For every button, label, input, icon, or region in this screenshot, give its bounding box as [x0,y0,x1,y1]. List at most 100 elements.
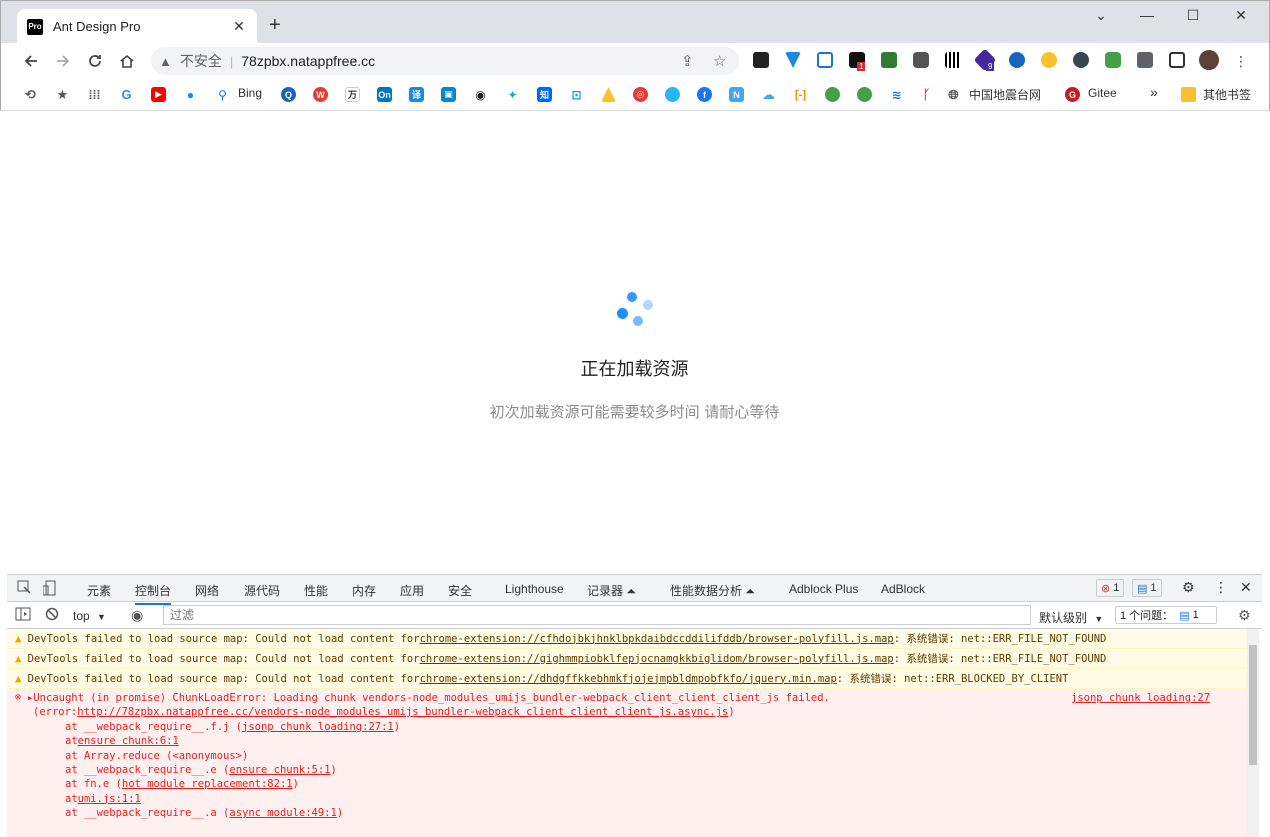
back-arrow-icon[interactable] [21,51,41,71]
live-expression-eye-icon[interactable]: ◉ [131,607,143,624]
extension-c-icon[interactable] [1073,52,1089,68]
star-icon[interactable]: ★ [55,87,70,102]
forward-arrow-icon[interactable] [53,51,73,71]
tab-lighthouse[interactable]: Lighthouse [505,582,564,596]
console-filter-input[interactable] [163,605,1031,625]
weibo-icon[interactable]: W [313,87,328,102]
cloud-icon[interactable]: ☁ [761,87,776,102]
extension-link-icon[interactable] [817,52,833,68]
tab-sources[interactable]: 源代码 [244,582,280,599]
device-toolbar-icon[interactable] [42,580,57,599]
wan-icon[interactable]: 万 [345,87,360,102]
stack-frame-link[interactable]: hot module replacement:82:1 [122,778,293,792]
error-source-link[interactable]: jsonp chunk loading:27 [1071,692,1210,704]
gitee-icon[interactable]: G [1065,87,1080,102]
settings-gear-icon[interactable]: ⚙ [1182,579,1195,596]
bookmark-star-icon[interactable]: ☆ [713,52,726,70]
tab-memory[interactable]: 内存 [352,582,376,599]
scrollbar-thumb[interactable] [1249,645,1257,765]
stack-frame-link[interactable]: umi.js:1:1 [78,793,141,807]
source-map-link[interactable]: chrome-extension://gighmmpiobklfepjocnam… [420,653,894,665]
tab-performance-insights[interactable]: 性能数据分析 ⏶ [670,582,755,599]
inspect-element-icon[interactable] [17,580,31,597]
wechat-icon[interactable] [825,87,840,102]
sidebar-toggle-icon[interactable] [15,607,31,624]
extension-arrow-icon[interactable] [753,52,769,68]
extensions-puzzle-icon[interactable] [1137,52,1153,68]
profile-avatar[interactable] [1199,50,1219,70]
issues-button[interactable]: 1 个问题： ▤ 1 [1115,606,1217,624]
error-count-badge[interactable]: ⊗ 1 [1096,579,1125,597]
console-settings-gear-icon[interactable]: ⚙ [1238,607,1251,624]
triangle-icon[interactable] [601,87,616,102]
branch-icon[interactable]: ᚴ [919,87,934,102]
devtools-menu-icon[interactable]: ⋮ [1214,579,1228,596]
drop-icon[interactable] [665,87,680,102]
extension-qr-icon[interactable] [945,52,961,68]
tab-adblock[interactable]: AdBlock [881,582,925,596]
extension-camera-icon[interactable] [913,52,929,68]
history-icon[interactable]: ⟲ [23,87,38,102]
clear-console-icon[interactable] [45,607,59,624]
home-icon[interactable] [117,51,137,71]
message-count-badge[interactable]: ▤ 1 [1132,579,1162,597]
close-tab-icon[interactable]: ✕ [231,18,247,35]
zhihu-icon[interactable]: 知 [537,87,552,102]
bookmark-bing[interactable]: Bing [238,86,262,100]
new-tab-button[interactable]: + [269,15,281,35]
close-window-button[interactable]: ✕ [1229,7,1253,24]
context-selector[interactable]: top ▼ [73,609,106,623]
stack-frame-link[interactable]: jsonp chunk loading:27:1 [242,721,394,735]
layers-icon[interactable]: ≋ [889,87,904,102]
youtube-icon[interactable]: ▶ [151,87,166,102]
tab-performance[interactable]: 性能 [304,582,328,599]
console-scrollbar[interactable] [1247,629,1259,837]
source-map-link[interactable]: chrome-extension://cfhdojbkjhnklbpkdaibd… [420,633,894,645]
reload-icon[interactable] [85,51,105,71]
google-icon[interactable]: G [119,87,134,102]
security-status[interactable]: 不安全 [180,51,222,71]
chunk-url-link[interactable]: http://78zpbx.natappfree.cc/vendors-node… [77,706,728,720]
globe-icon[interactable]: 🌐︎ [946,87,961,102]
address-bar[interactable]: ▲ 不安全 | 78zpbx.natappfree.cc ⇪ ☆ [151,47,739,75]
on-icon[interactable]: On [377,87,392,102]
tab-security[interactable]: 安全 [448,582,472,599]
baidu-icon[interactable]: ● [183,87,198,102]
stack-frame-link[interactable]: ensure chunk:5:1 [229,764,330,778]
facebook-icon[interactable]: f [697,87,712,102]
bookmark-q-icon[interactable]: Q [281,87,296,102]
stack-frame-link[interactable]: async module:49:1 [229,807,336,821]
tab-elements[interactable]: 元素 [87,582,111,599]
tab-application[interactable]: 应用 [400,582,424,599]
bing-search-icon[interactable]: ⚲ [215,87,230,102]
browser-tab[interactable]: Pro Ant Design Pro ✕ [17,9,257,44]
bookmark-n-icon[interactable]: N [729,87,744,102]
extension-v-icon[interactable] [785,52,801,68]
tab-search-icon[interactable]: ⌄ [1089,7,1113,24]
netease-music-icon[interactable]: ◎ [633,87,648,102]
bookmark-box-icon[interactable]: ▣ [441,87,456,102]
extension-b-icon[interactable] [1041,52,1057,68]
tab-recorder[interactable]: 记录器 ⏶ [587,582,636,599]
twitter-icon[interactable]: ✦ [505,87,520,102]
source-map-link[interactable]: chrome-extension://dhdgffkkebhmkfjojejmp… [420,673,837,685]
extension-d-icon[interactable] [1105,52,1121,68]
tab-network[interactable]: 网络 [195,582,219,599]
extension-a-icon[interactable] [1009,52,1025,68]
url-text[interactable]: 78zpbx.natappfree.cc [241,53,375,69]
extension-download-icon[interactable] [881,52,897,68]
bracket-icon[interactable]: [-] [793,87,808,102]
tab-adblock-plus[interactable]: Adblock Plus [789,582,858,596]
browser-menu-icon[interactable]: ⋮ [1231,51,1251,71]
bilibili-icon[interactable]: ⊡ [569,87,584,102]
wechat-alt-icon[interactable] [857,87,872,102]
bookmark-gitee[interactable]: Gitee [1088,86,1117,100]
minimize-window-button[interactable]: — [1135,7,1159,23]
error-message[interactable]: ▸Uncaught (in promise) ChunkLoadError: L… [27,692,830,706]
close-devtools-icon[interactable]: ✕ [1240,579,1252,596]
stack-frame-link[interactable]: ensure chunk:6:1 [78,735,179,749]
bookmark-earthquake[interactable]: 中国地震台网 [969,86,1041,103]
translate-icon[interactable]: 译 [409,87,424,102]
other-bookmarks[interactable]: 其他书签 [1203,86,1251,103]
more-bookmarks-button[interactable]: » [1150,84,1158,100]
